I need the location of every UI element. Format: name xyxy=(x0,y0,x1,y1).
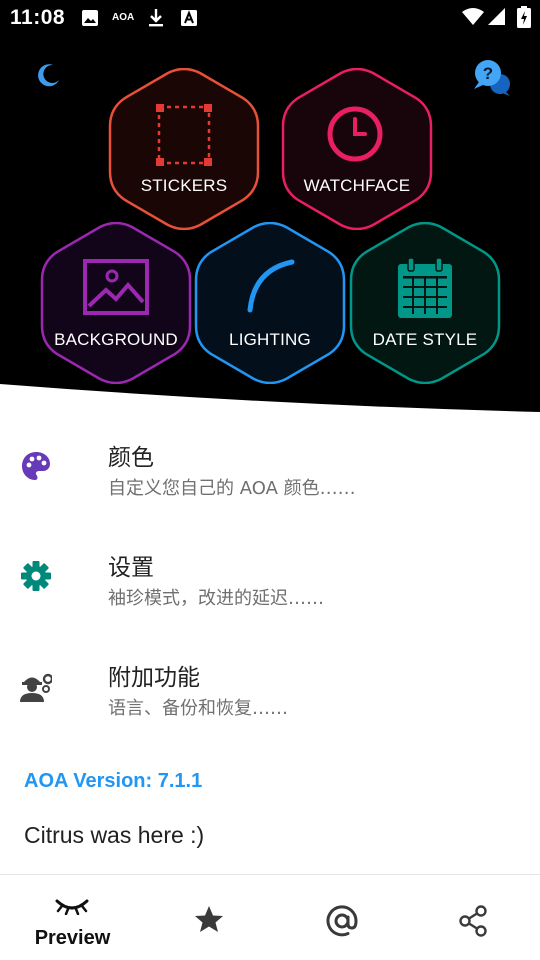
worker-settings-icon xyxy=(20,673,52,702)
calendar-icon xyxy=(398,257,452,318)
watchface-label: WATCHFACE xyxy=(303,176,411,195)
clock-icon xyxy=(327,106,383,162)
status-bar: 11:08 AOA xyxy=(0,0,540,36)
menu-item-settings[interactable]: 设置 袖珍模式，改进的延迟…… xyxy=(0,532,540,632)
wifi-icon xyxy=(462,8,484,25)
date-style-label: DATE STYLE xyxy=(372,330,478,349)
image-icon xyxy=(83,259,149,315)
nav-preview[interactable]: Preview xyxy=(5,875,140,960)
gear-icon xyxy=(21,561,51,591)
menu-item-extras[interactable]: 附加功能 语言、备份和恢复…… xyxy=(0,642,540,742)
menu-item-subtitle: 袖珍模式，改进的延迟…… xyxy=(108,588,324,609)
status-time: 11:08 xyxy=(10,6,66,29)
menu-item-subtitle: 语言、备份和恢复…… xyxy=(108,698,288,719)
nav-favorites[interactable] xyxy=(142,875,277,960)
image-icon xyxy=(82,10,98,26)
lighting-label: LIGHTING xyxy=(229,330,311,349)
signal-icon xyxy=(488,8,505,25)
nav-share[interactable] xyxy=(405,875,540,960)
closed-eye-icon xyxy=(55,899,89,915)
at-sign-icon xyxy=(326,905,358,937)
menu-item-colors[interactable]: 颜色 自定义您自己的 AOA 颜色…… xyxy=(0,422,540,522)
moon-icon[interactable] xyxy=(33,62,61,90)
version-text: AOA Version: 7.1.1 xyxy=(24,770,203,792)
download-icon xyxy=(149,9,163,27)
background-label: BACKGROUND xyxy=(54,330,178,349)
aoa-status-text: AOA xyxy=(112,12,135,23)
date-style-button[interactable]: DATE STYLE xyxy=(349,222,501,384)
menu-item-title: 设置 xyxy=(108,555,154,581)
star-icon xyxy=(195,906,223,932)
stickers-label: STICKERS xyxy=(140,176,228,195)
a-box-icon xyxy=(181,10,197,26)
menu-item-title: 附加功能 xyxy=(108,665,200,691)
note-text: Citrus was here :) xyxy=(24,822,205,848)
sticker-frame-icon xyxy=(156,104,212,166)
battery-charging-icon xyxy=(517,6,531,28)
nav-preview-label: Preview xyxy=(34,927,111,949)
nav-contact[interactable] xyxy=(274,875,409,960)
hero-panel: 11:08 AOA ? STICKERS WATCHFACE BACKGROUN… xyxy=(0,0,540,420)
watchface-button[interactable]: WATCHFACE xyxy=(281,68,433,230)
background-button[interactable]: BACKGROUND xyxy=(40,222,192,384)
stickers-button[interactable]: STICKERS xyxy=(108,68,260,230)
lighting-button[interactable]: LIGHTING xyxy=(194,222,346,384)
palette-icon xyxy=(22,452,50,480)
arc-icon xyxy=(247,259,295,313)
menu-item-subtitle: 自定义您自己的 AOA 颜色…… xyxy=(108,478,356,499)
help-chat-icon[interactable]: ? xyxy=(472,58,512,98)
svg-text:?: ? xyxy=(483,64,493,83)
menu-item-title: 颜色 xyxy=(108,445,154,471)
bottom-navigation: Preview xyxy=(0,874,540,960)
share-icon xyxy=(459,905,487,937)
